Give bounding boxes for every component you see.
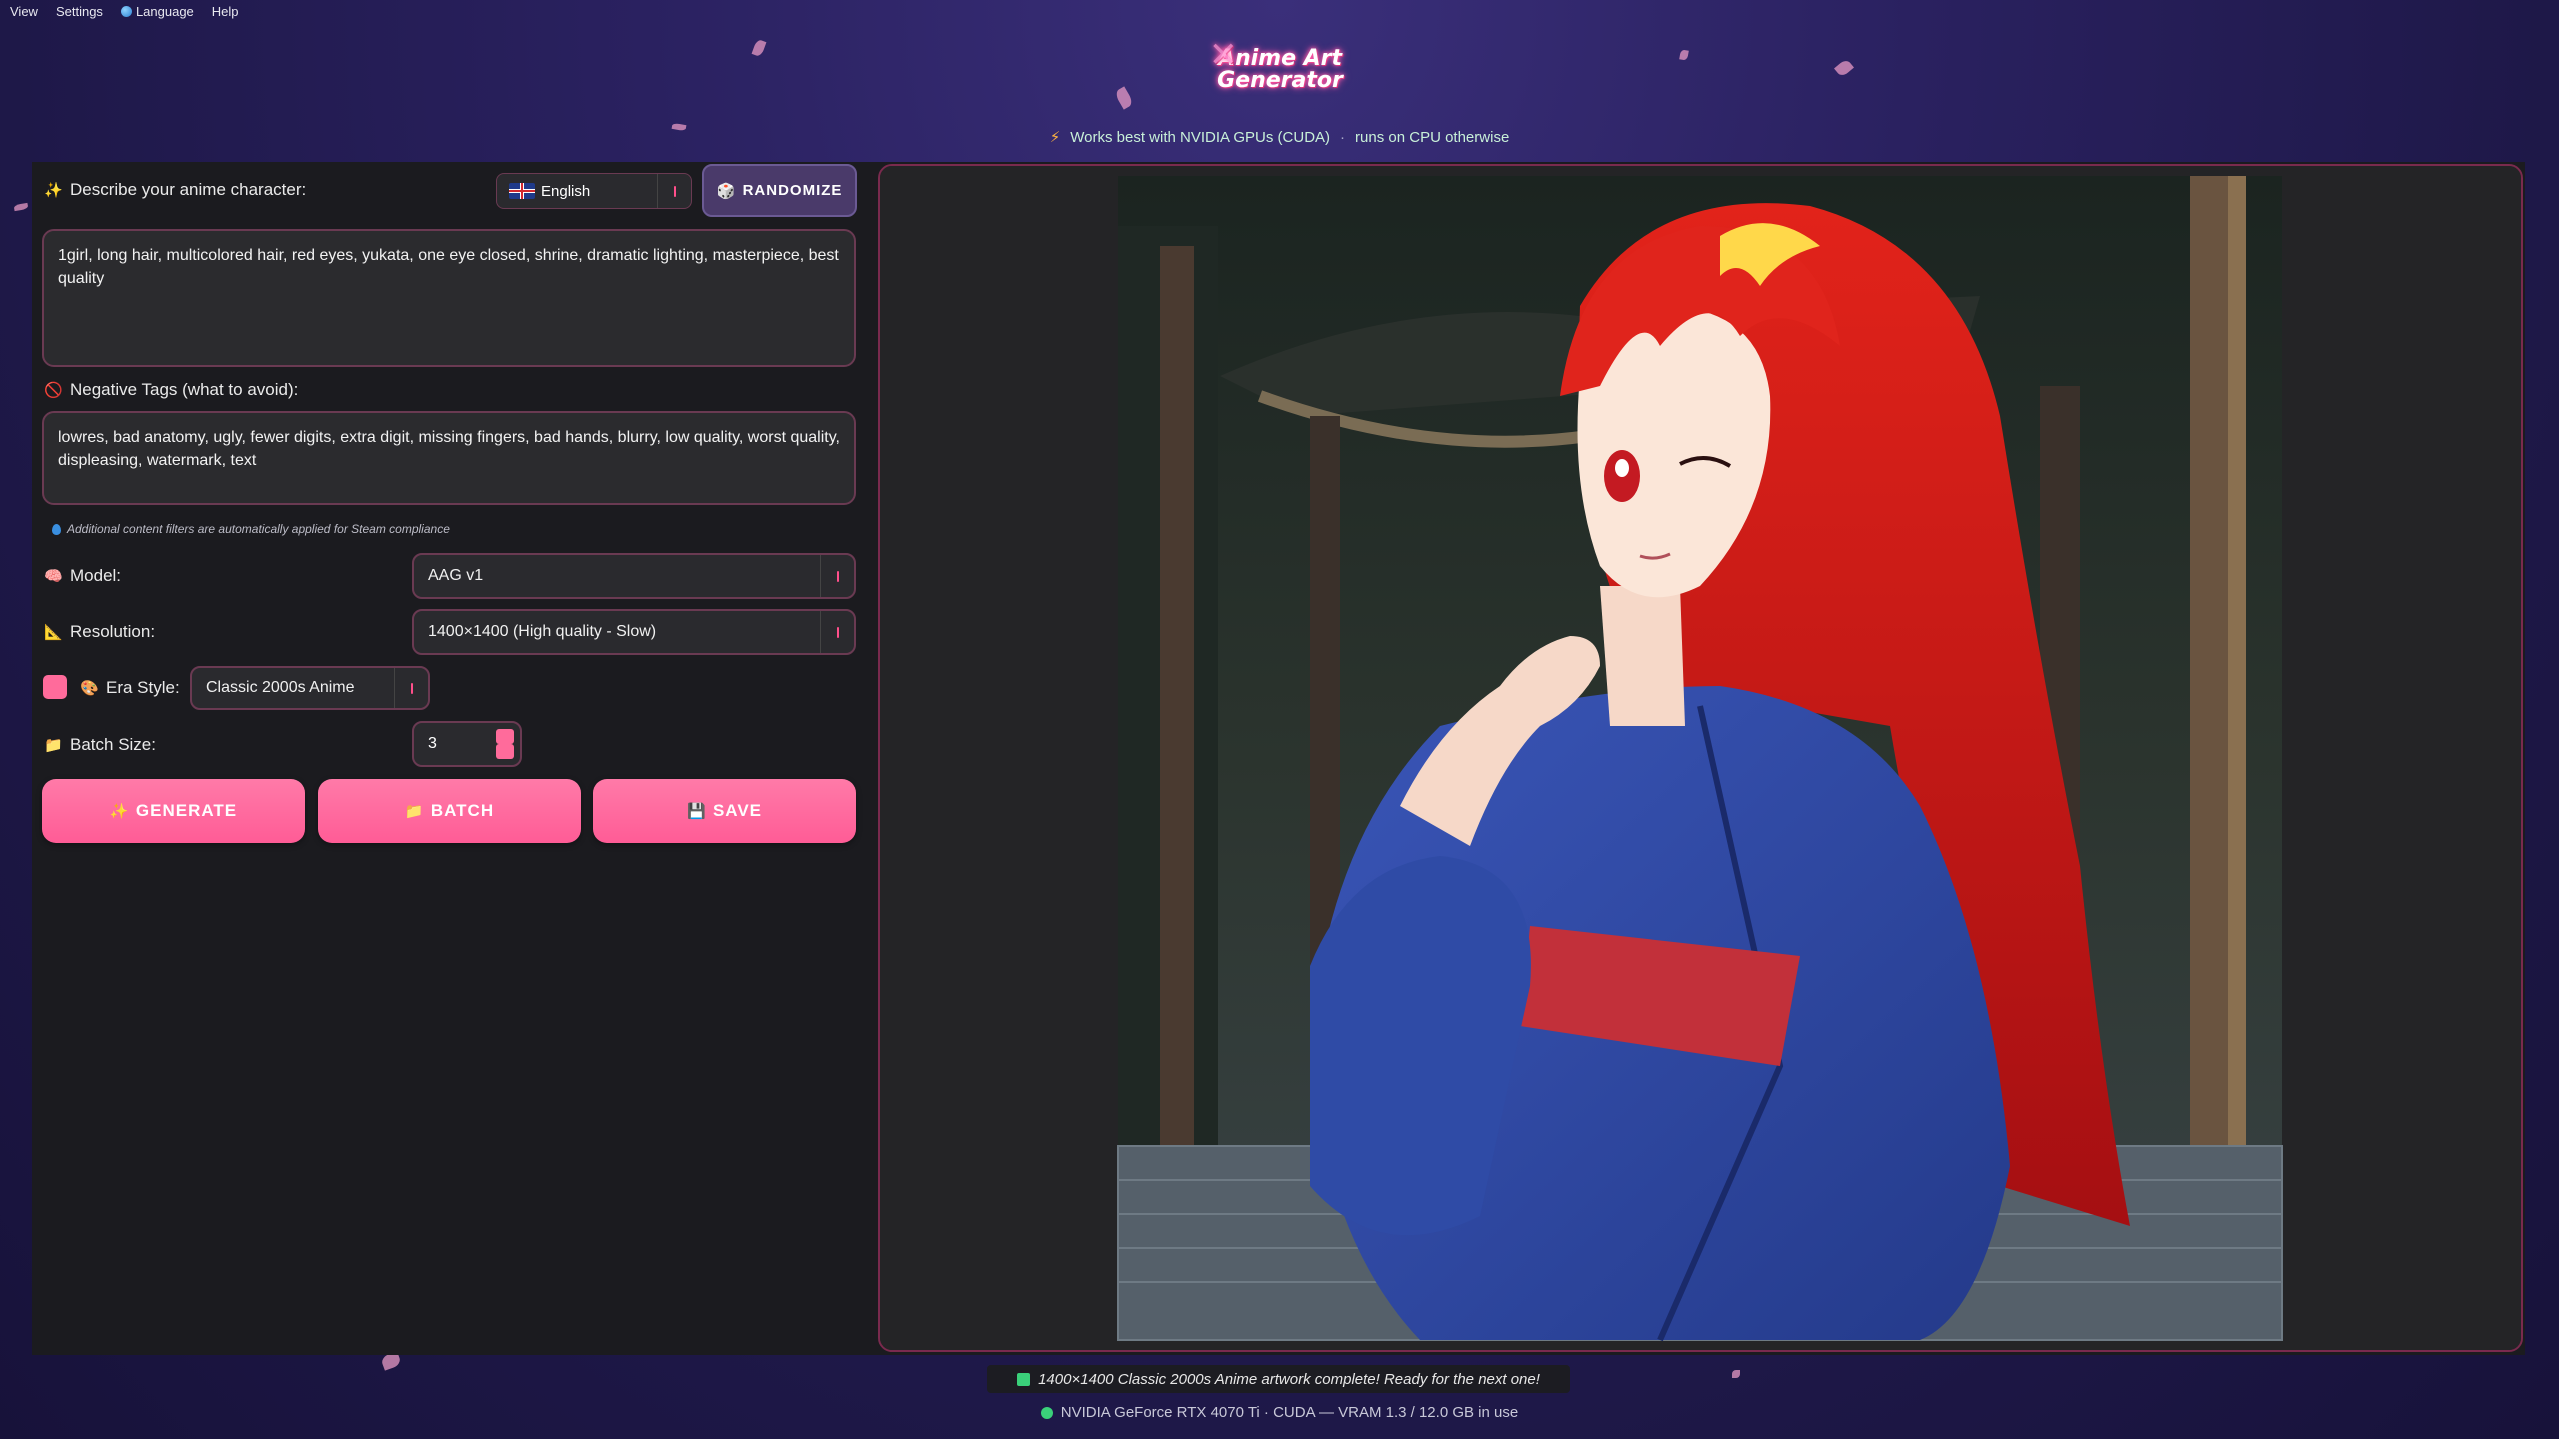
model-select[interactable]: AAG v1 xyxy=(412,553,856,599)
batch-label-row: 📁 Batch Size: xyxy=(44,735,156,755)
batch-size-stepper[interactable]: 3 xyxy=(412,721,522,767)
prompt-input[interactable]: 1girl, long hair, multicolored hair, red… xyxy=(42,229,856,367)
generated-image-panel xyxy=(878,164,2523,1352)
petal-decoration xyxy=(1834,58,1854,78)
dropdown-arrow-icon[interactable] xyxy=(820,611,854,653)
randomize-label: RANDOMIZE xyxy=(742,182,843,199)
notice-part-1: Works best with NVIDIA GPUs (CUDA) xyxy=(1070,129,1331,146)
palette-icon: 🎨 xyxy=(80,680,99,697)
era-style-select[interactable]: Classic 2000s Anime xyxy=(190,666,430,710)
resolution-value: 1400×1400 (High quality - Slow) xyxy=(428,623,657,640)
dropdown-arrow-icon[interactable] xyxy=(820,555,854,597)
folder-icon: 📁 xyxy=(404,803,425,820)
dropdown-arrow-icon[interactable] xyxy=(657,174,691,208)
increment-button[interactable] xyxy=(496,729,514,744)
model-label-row: 🧠 Model: xyxy=(44,566,121,586)
batch-value: 3 xyxy=(428,735,437,752)
petal-decoration xyxy=(1113,86,1135,110)
status-dot-icon xyxy=(1040,1406,1053,1419)
sparkles-icon: ✨ xyxy=(44,182,63,199)
app-logo: ✕ Anime Art Generator xyxy=(1209,35,1343,93)
randomize-button[interactable]: 🎲 RANDOMIZE xyxy=(702,164,857,217)
negative-label-row: 🚫 Negative Tags (what to avoid): xyxy=(44,380,298,400)
batch-label: Batch Size: xyxy=(70,735,156,754)
resolution-label-row: 📐 Resolution: xyxy=(44,622,155,642)
language-value: English xyxy=(541,182,591,200)
petal-decoration xyxy=(13,202,29,212)
language-select[interactable]: English xyxy=(496,173,692,209)
dropdown-arrow-icon[interactable] xyxy=(394,668,428,708)
menu-help[interactable]: Help xyxy=(212,4,239,19)
droplet-icon xyxy=(52,523,61,535)
negative-tags-input[interactable]: lowres, bad anatomy, ugly, fewer digits,… xyxy=(42,411,856,505)
generate-button[interactable]: ✨ GENERATE xyxy=(42,779,305,843)
brain-icon: 🧠 xyxy=(44,568,63,585)
floppy-disk-icon: 💾 xyxy=(686,803,707,820)
model-value: AAG v1 xyxy=(428,567,484,584)
era-label-row: 🎨 Era Style: xyxy=(80,678,180,698)
menu-language[interactable]: Language xyxy=(120,3,194,19)
resolution-select[interactable]: 1400×1400 (High quality - Slow) xyxy=(412,609,856,655)
model-label: Model: xyxy=(70,566,122,585)
checkmark-icon xyxy=(1017,1372,1031,1386)
resolution-label: Resolution: xyxy=(70,622,156,641)
menu-bar: View Settings Language Help xyxy=(0,0,2559,22)
prompt-label-row: ✨ Describe your anime character: xyxy=(44,180,306,200)
era-style-checkbox[interactable] xyxy=(43,675,67,699)
save-button[interactable]: 💾 SAVE xyxy=(593,779,856,843)
triangle-ruler-icon: 📐 xyxy=(44,624,63,641)
era-label: Era Style: xyxy=(106,678,180,697)
negative-label: Negative Tags (what to avoid): xyxy=(70,380,299,399)
uk-flag-icon xyxy=(509,183,535,199)
folder-icon: 📁 xyxy=(44,737,63,754)
status-text: 1400×1400 Classic 2000s Anime artwork co… xyxy=(1038,1370,1540,1388)
menu-language-label: Language xyxy=(135,3,194,19)
decrement-button[interactable] xyxy=(496,744,514,759)
petal-decoration xyxy=(1679,49,1689,61)
generate-label: GENERATE xyxy=(135,801,238,820)
lightning-icon: ⚡ xyxy=(1049,129,1061,146)
petal-decoration xyxy=(1732,1370,1740,1378)
filter-note: Additional content filters are automatic… xyxy=(52,522,450,536)
gpu-notice: ⚡ Works best with NVIDIA GPUs (CUDA) · runs… xyxy=(1049,129,1510,146)
save-label: SAVE xyxy=(712,801,763,820)
gpu-status-bar: NVIDIA GeForce RTX 4070 Ti · CUDA — VRAM… xyxy=(0,1404,2559,1421)
notice-part-2: runs on CPU otherwise xyxy=(1355,129,1510,146)
menu-view[interactable]: View xyxy=(10,4,38,19)
dice-icon: 🎲 xyxy=(716,182,737,200)
batch-button[interactable]: 📁 BATCH xyxy=(318,779,581,843)
filter-note-text: Additional content filters are automatic… xyxy=(67,522,450,536)
era-value: Classic 2000s Anime xyxy=(206,679,355,696)
globe-icon xyxy=(120,5,132,17)
prohibited-icon: 🚫 xyxy=(44,382,63,399)
prompt-label: Describe your anime character: xyxy=(70,180,307,199)
sparkles-icon: ✨ xyxy=(109,803,130,820)
batch-button-label: BATCH xyxy=(430,801,495,820)
menu-settings[interactable]: Settings xyxy=(56,4,103,19)
status-message: 1400×1400 Classic 2000s Anime artwork co… xyxy=(987,1365,1570,1393)
petal-decoration xyxy=(751,38,767,58)
gpu-status-text: NVIDIA GeForce RTX 4070 Ti · CUDA — VRAM… xyxy=(1060,1404,1519,1421)
generated-image xyxy=(880,166,2521,1350)
